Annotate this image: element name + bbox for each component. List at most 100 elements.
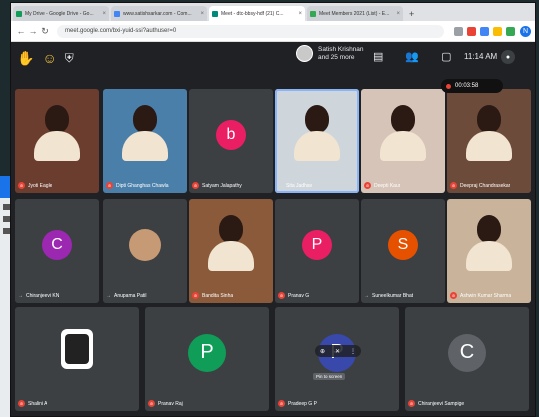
browser-window: My Drive - Google Drive - Go... × www.sat…: [10, 2, 536, 417]
participant-name-text: Bandita Sinha: [202, 292, 234, 299]
participant-name-text: Pradeep G P: [288, 400, 317, 407]
emoji-face-icon[interactable]: ☺: [42, 50, 56, 66]
participant-name-text: Sita Jadhav: [286, 183, 313, 189]
meet-controls: ▤ 👥 ▢: [373, 50, 474, 63]
participant-photo: [129, 228, 161, 261]
meeting-clock: 11:14 AM: [464, 52, 498, 61]
mic-off-icon: ⊘: [364, 182, 371, 189]
participant-video: [466, 104, 512, 161]
participant-tile[interactable]: P⊘Pradeep G P⊕✕⋮Pin to screen: [275, 307, 399, 411]
participant-name: → Sita Jadhav: [278, 183, 312, 189]
mic-off-icon: ⊘: [408, 400, 415, 407]
mic-off-icon: ⊘: [278, 400, 285, 407]
mic-off-icon: ⊘: [18, 182, 25, 189]
avatar: P: [188, 333, 226, 372]
tooltip: Pin to screen: [313, 373, 346, 380]
close-icon[interactable]: ×: [396, 11, 400, 17]
avatar: S: [388, 229, 418, 260]
participant-tile[interactable]: ⊘ Deepti Kaur: [361, 89, 445, 193]
tab-meet[interactable]: Meet - dtc-bbsy-hdf (21) C... ×: [209, 6, 305, 21]
record-dot-icon: [446, 83, 451, 89]
participant-tile[interactable]: ⊘ Jyoti Eagle: [15, 89, 99, 193]
participant-name: ⊘ Satyam Jalapathy: [192, 182, 242, 189]
participant-name: → Anupama Patil: [106, 293, 147, 299]
participant-video: [122, 104, 168, 161]
profile-avatar[interactable]: N: [520, 25, 531, 37]
forward-icon[interactable]: →: [27, 26, 39, 36]
meet-top-bar: ✋ ☺ ⛨ Satish Krishnan and 25 more ▤ 👥 ▢ …: [11, 42, 535, 74]
participant-tile[interactable]: → Sita Jadhav: [275, 89, 359, 193]
new-tab-button[interactable]: +: [405, 9, 418, 21]
participant-tile[interactable]: → Anupama Patil: [103, 199, 187, 303]
raised-hand-icon[interactable]: ✋: [17, 50, 34, 67]
meet-icon: [212, 10, 218, 17]
url-input[interactable]: meet.google.com/bxi-yuid-ssi?authuser=0: [57, 24, 444, 38]
participants-summary[interactable]: Satish Krishnan and 25 more: [296, 45, 366, 62]
chat-icon[interactable]: ▢: [441, 50, 451, 63]
participant-name: ⊘ Bandita Sinha: [192, 292, 233, 299]
tab-bar: My Drive - Google Drive - Go... × www.sat…: [11, 3, 535, 21]
mic-off-icon: ⊘: [450, 182, 457, 189]
back-icon[interactable]: ←: [15, 26, 27, 36]
participant-video: [380, 104, 426, 161]
participant-tile[interactable]: S → Suneelkumar Bhat: [361, 199, 445, 303]
close-icon[interactable]: ×: [200, 11, 204, 17]
participant-tile[interactable]: C → Chiranjeevi KN: [15, 199, 99, 303]
avatar: C: [42, 229, 72, 260]
mic-off-icon: ⊘: [192, 182, 199, 189]
arrow-icon: →: [106, 293, 111, 299]
more-icon[interactable]: ⋮: [350, 348, 356, 355]
participant-name-text: Deepraj Chandrasekar: [460, 182, 511, 189]
participant-name-text: Pranav Raj: [158, 400, 183, 407]
participant-tile[interactable]: ⊘ Dipti Ghanghas Chawla: [103, 89, 187, 193]
participant-tile[interactable]: ⊘ Deepraj Chandrasekar: [447, 89, 531, 193]
participant-name: ⊘ Chiranjeevi Sampige: [408, 400, 464, 407]
participant-tile[interactable]: P ⊘ Pranav G: [275, 199, 359, 303]
mic-off-icon: ⊘: [106, 182, 113, 189]
tile-hover-controls[interactable]: ⊕ ✕ ⋮: [315, 345, 361, 357]
drive-icon: [16, 10, 22, 17]
mic-off-icon: ⊘: [450, 292, 457, 299]
mic-off-icon: ⊘: [148, 400, 155, 407]
layout-icon[interactable]: ▤: [373, 50, 383, 63]
close-icon[interactable]: ×: [102, 11, 106, 17]
participant-name: ⊘ Shalini A: [18, 400, 47, 407]
extension-icon[interactable]: [493, 26, 502, 36]
arrow-icon: →: [364, 293, 369, 299]
participant-name: ⊘ Jyoti Eagle: [18, 182, 52, 189]
participant-tile[interactable]: ⊘ Ashwin Kumar Sharma: [447, 199, 531, 303]
participant-name-text: Chiranjeevi Sampige: [418, 400, 465, 407]
participant-name-text: Deepti Kaur: [374, 182, 401, 189]
extension-icon[interactable]: [454, 26, 463, 36]
avatar: P: [302, 229, 332, 260]
mic-icon[interactable]: ●: [501, 50, 515, 64]
address-bar: ← → ↻ meet.google.com/bxi-yuid-ssi?authu…: [11, 21, 535, 42]
pin-icon[interactable]: ⊕: [320, 348, 325, 355]
participant-tile[interactable]: b ⊘ Satyam Jalapathy: [189, 89, 273, 193]
tab-sheets[interactable]: Meet Members 2021 (List) - E... ×: [307, 6, 403, 21]
shield-icon[interactable]: ⛨: [65, 51, 74, 66]
participant-video: [34, 104, 80, 161]
people-icon[interactable]: 👥: [405, 50, 419, 63]
tab-label: Meet Members 2021 (List) - E...: [319, 10, 390, 17]
extension-icon[interactable]: [506, 26, 515, 36]
participant-name-text: Jyoti Eagle: [28, 182, 53, 189]
close-icon[interactable]: ×: [298, 11, 302, 17]
tab-label: www.satishsarkar.com - Com...: [123, 10, 192, 17]
mic-off-icon: ⊘: [192, 292, 199, 299]
extension-icon[interactable]: [467, 26, 476, 36]
extension-icon[interactable]: [480, 26, 489, 36]
mic-off-icon: ⊘: [278, 292, 285, 299]
tab-website[interactable]: www.satishsarkar.com - Com... ×: [111, 6, 207, 21]
participant-tile[interactable]: ⊘ Bandita Sinha: [189, 199, 273, 303]
recording-time: 00:03:58: [455, 83, 479, 89]
sheets-icon: [310, 10, 316, 17]
participants-text: Satish Krishnan and 25 more: [318, 45, 364, 61]
participant-name: ⊘ Deepraj Chandrasekar: [450, 182, 510, 189]
mute-icon[interactable]: ✕: [335, 348, 340, 355]
participant-tile[interactable]: P ⊘ Pranav Raj: [145, 307, 269, 411]
tab-drive[interactable]: My Drive - Google Drive - Go... ×: [13, 6, 109, 21]
participant-tile[interactable]: ⊘ Shalini A: [15, 307, 139, 411]
reload-icon[interactable]: ↻: [39, 26, 51, 37]
participant-tile[interactable]: C ⊘ Chiranjeevi Sampige: [405, 307, 529, 411]
